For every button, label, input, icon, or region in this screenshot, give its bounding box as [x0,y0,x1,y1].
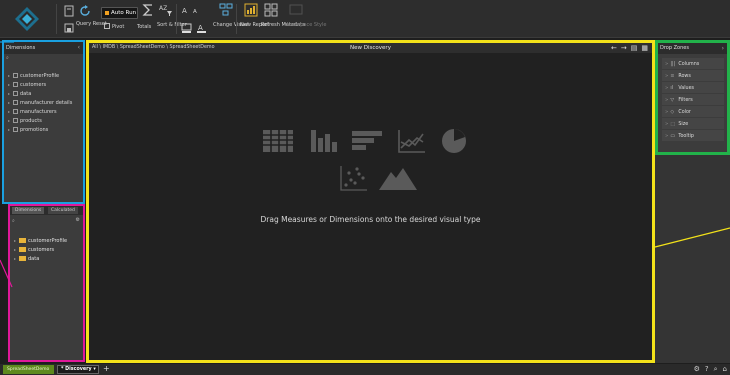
callout-line-canvas [654,227,730,248]
status-bar-actions: ⚙? ⌕ ⌂ [689,364,727,375]
app-window: Query Reset Auto Run Pivot Totals AZ Sor… [0,0,730,375]
tab-discovery[interactable]: * Discovery ▾ [57,365,99,374]
home-icon[interactable]: ⌂ [723,365,727,373]
search-icon[interactable]: ⌕ [714,365,718,373]
callout-line-data [0,259,13,288]
callout-lines [0,41,730,288]
settings-icon[interactable]: ⚙ [694,365,700,373]
tab-spreadsheetdemo[interactable]: SpreadSheetDemo [3,365,54,374]
status-bar: SpreadSheetDemo * Discovery ▾ + ⚙? ⌕ ⌂ [0,364,730,375]
add-tab-button[interactable]: + [103,364,110,374]
help-icon[interactable]: ? [705,365,709,373]
